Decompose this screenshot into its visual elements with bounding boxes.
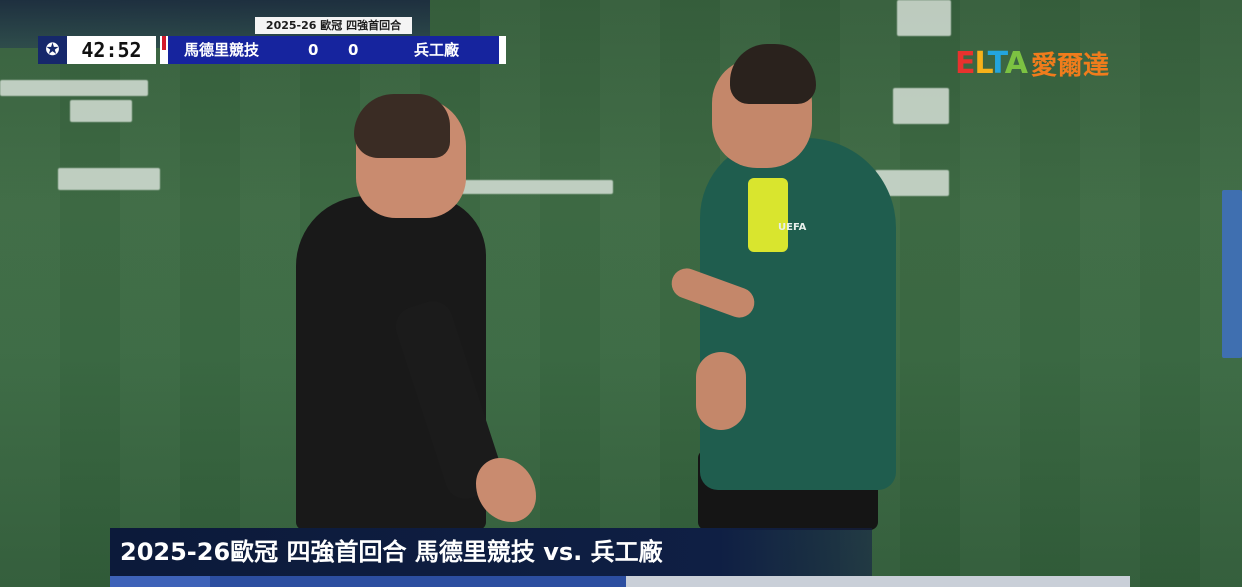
advertising-board xyxy=(1222,190,1242,358)
caption-bottom-strip xyxy=(110,576,1130,587)
elta-logo: ELTA 愛爾達 xyxy=(955,43,1109,83)
logo-letter-l: L xyxy=(974,45,989,81)
logo-letter-a: A xyxy=(1004,45,1028,81)
uefa-logo: UEFA xyxy=(778,222,807,233)
away-team-color xyxy=(499,36,506,64)
match-caption-bar: 2025-26歐冠 四強首回合 馬德里競技 vs. 兵工廠 xyxy=(110,528,872,576)
logo-letter-e: E xyxy=(955,45,975,81)
pitch-background xyxy=(0,0,1242,587)
referee-hand xyxy=(696,352,746,430)
caption-text: 2025-26歐冠 四強首回合 馬德里競技 vs. 兵工廠 xyxy=(120,538,663,566)
away-score: 0 xyxy=(348,41,359,59)
pitch-line xyxy=(460,180,613,194)
caption-strip-segment xyxy=(110,576,210,587)
caption-strip-segment xyxy=(626,576,1130,587)
coach-hair xyxy=(354,94,450,158)
champions-league-icon: ✪ xyxy=(38,36,67,64)
home-team-name: 馬德里競技 xyxy=(184,41,260,59)
match-clock: 42:52 xyxy=(67,36,156,64)
scoreboard-teams: 馬德里競技 0 0 兵工廠 xyxy=(168,36,506,64)
caption-strip-segment xyxy=(210,576,626,587)
home-team-color xyxy=(160,36,168,64)
home-score: 0 xyxy=(308,41,319,59)
logo-chinese-name: 愛爾達 xyxy=(1031,50,1110,81)
pitch-line xyxy=(897,0,951,36)
pitch-line xyxy=(58,168,160,190)
pitch-line xyxy=(893,88,949,124)
competition-label: 2025-26 歐冠 四強首回合 xyxy=(255,17,412,34)
pitch-line xyxy=(0,80,148,96)
logo-letter-t: T xyxy=(987,45,1006,81)
away-team-name: 兵工廠 xyxy=(414,41,460,59)
pitch-line xyxy=(70,100,132,122)
referee-shirt xyxy=(748,178,788,252)
